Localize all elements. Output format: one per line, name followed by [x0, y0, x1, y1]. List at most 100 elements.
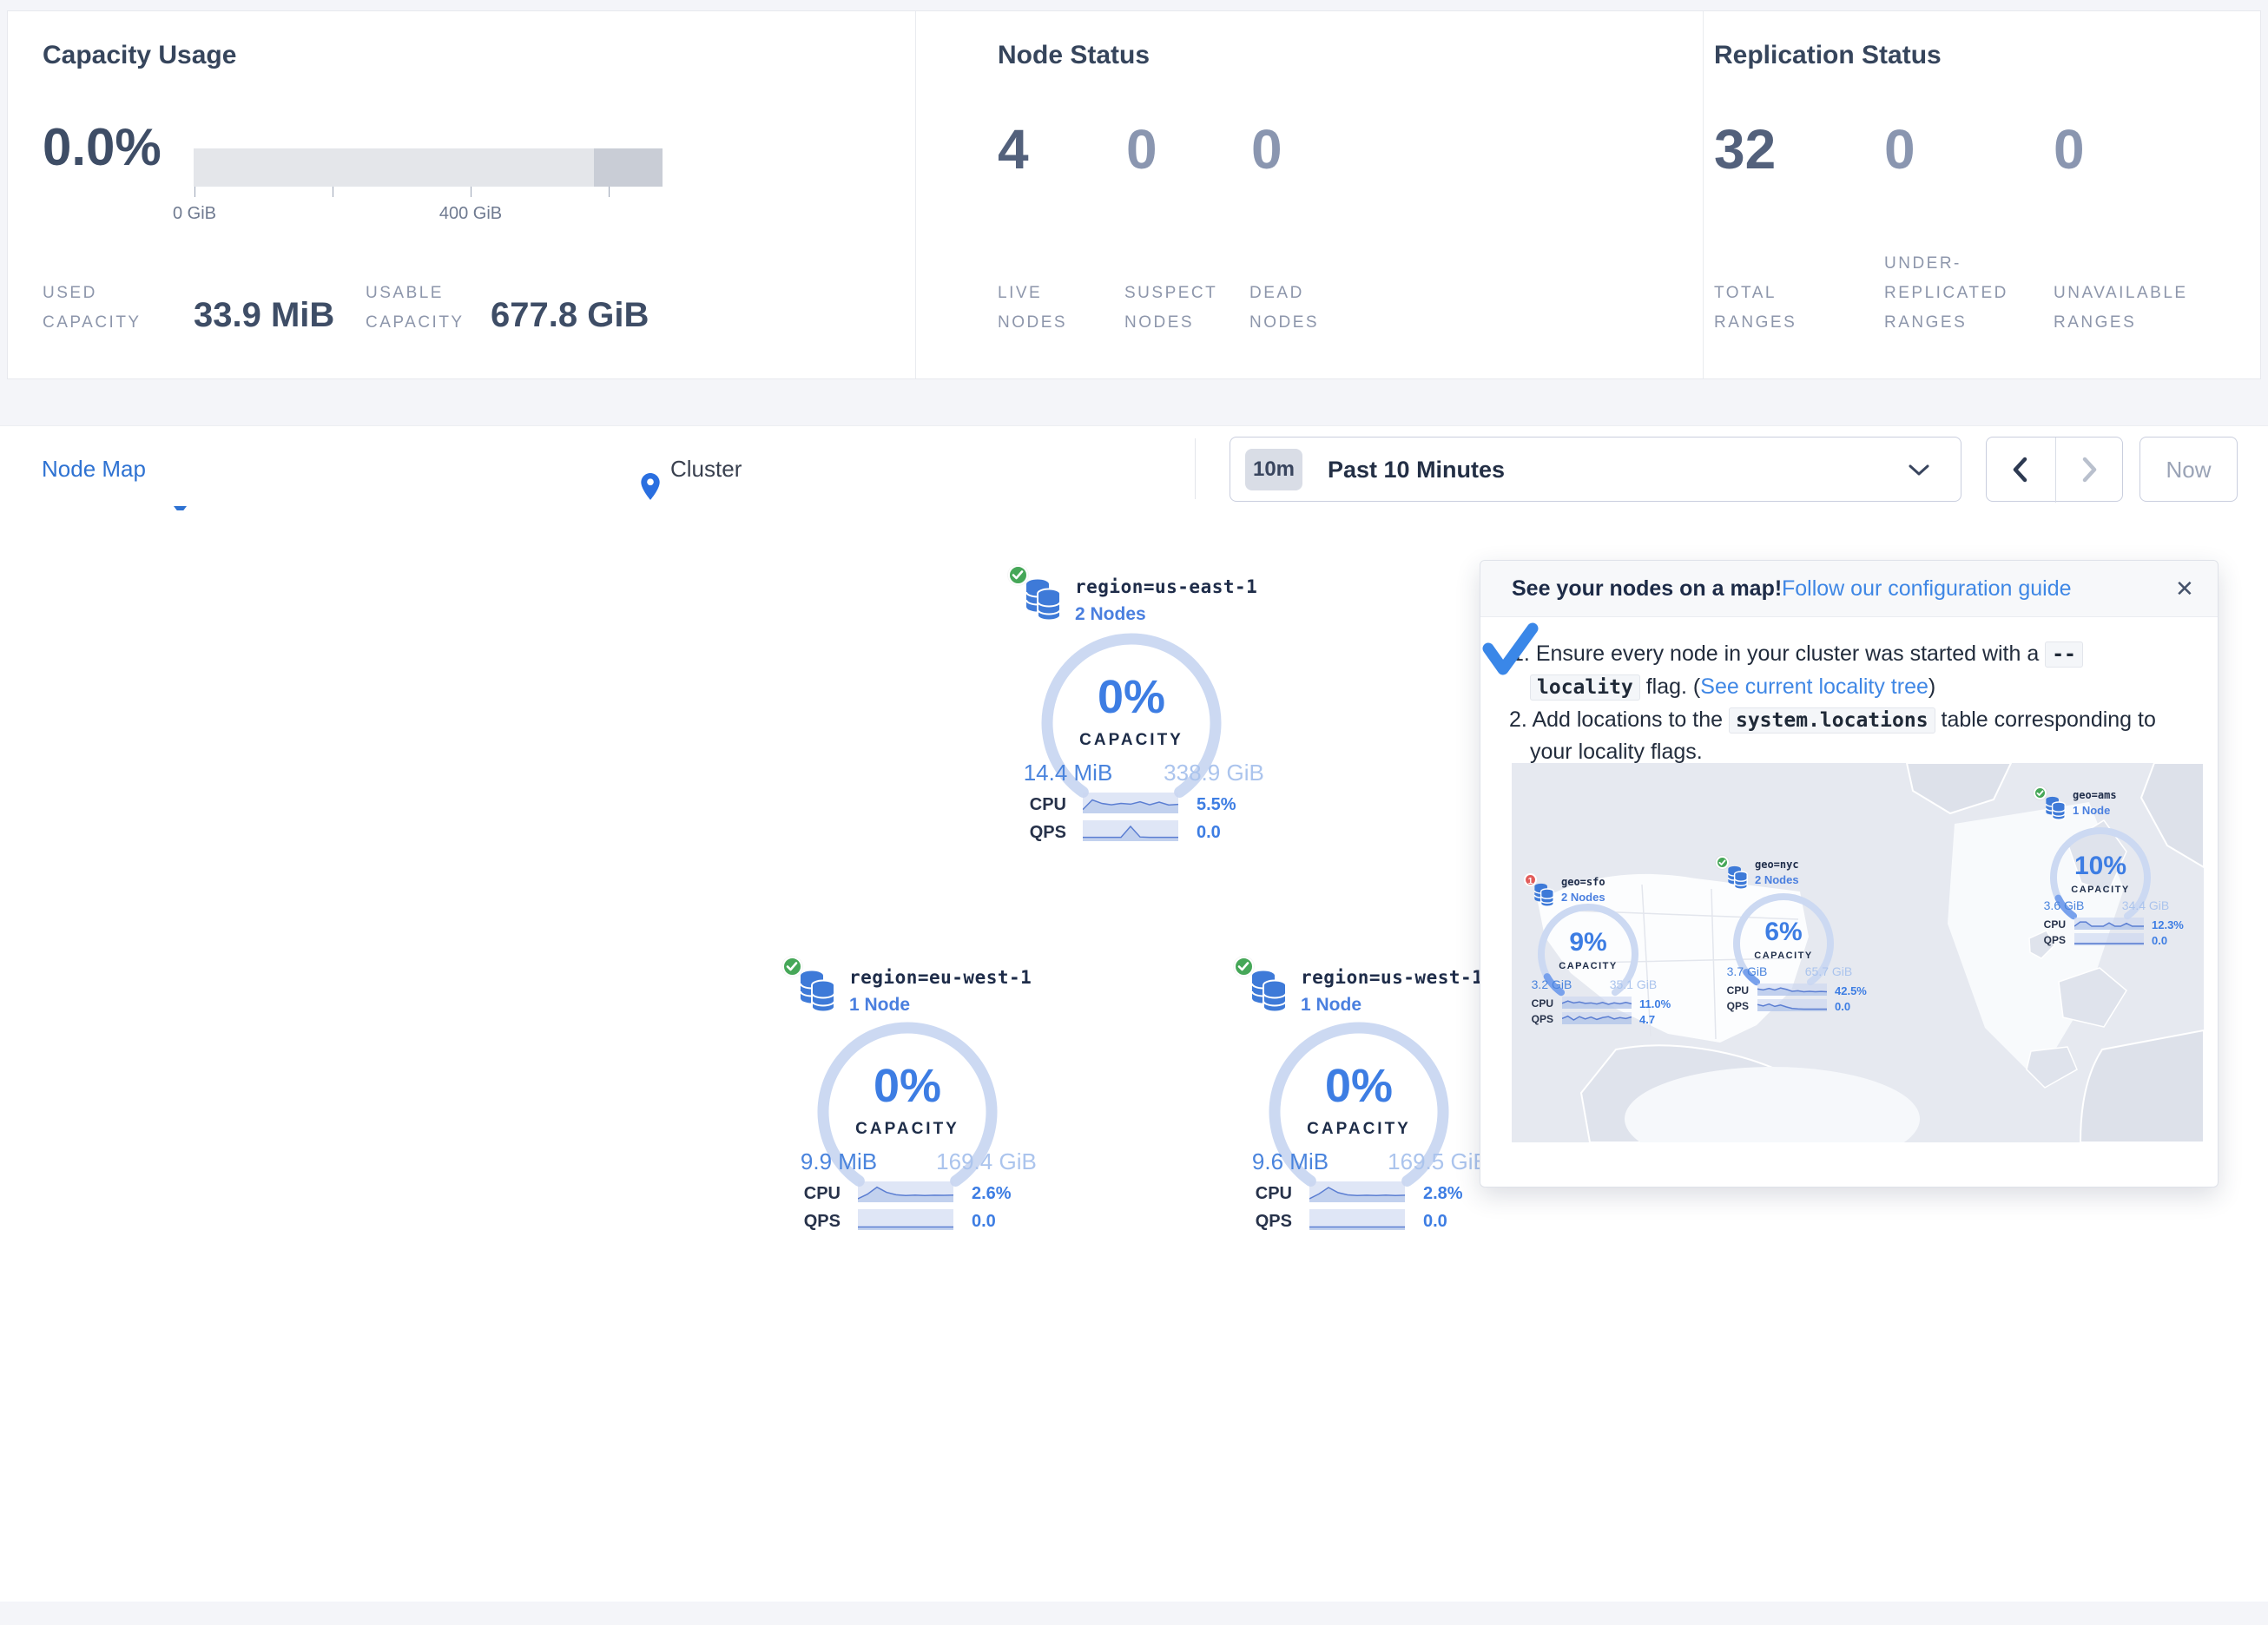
capacity-percent: 0.0% — [43, 117, 162, 177]
qps-value: 0.0 — [1835, 1000, 1850, 1013]
close-icon[interactable]: ✕ — [2175, 561, 2194, 616]
unavailable-ranges-label-2: RANGES — [2054, 313, 2136, 332]
suspect-nodes-label: SUSPECT — [1124, 284, 1217, 303]
step-1-line-1: 1. Ensure every node in your cluster was… — [1512, 639, 2083, 669]
checkmark-icon — [1482, 622, 1539, 681]
step-text: Ensure every node in your cluster was st… — [1536, 641, 2045, 666]
used-value: 3.2 GiB — [1532, 977, 1572, 991]
replication-status-title: Replication Status — [1714, 41, 1942, 70]
configuration-guide-link[interactable]: Follow our configuration guide — [1782, 561, 2072, 616]
cpu-row-label: CPU — [1527, 997, 1553, 1010]
time-forward-button[interactable] — [2055, 438, 2124, 503]
capacity-caption: CAPACITY — [1307, 1120, 1411, 1139]
cpu-row-label: CPU — [799, 1184, 841, 1204]
node-map-page: Capacity Usage 0.0% 0 GiB 400 GiB USED C… — [0, 0, 2268, 1625]
breadcrumb-label: Cluster — [670, 456, 742, 482]
time-back-button[interactable] — [1987, 438, 2056, 503]
region-label: geo=sfo — [1561, 876, 1605, 888]
capacity-caption: CAPACITY — [1559, 961, 1617, 971]
capacity-usage-title: Capacity Usage — [43, 41, 236, 70]
region-label: geo=nyc — [1755, 859, 1799, 871]
cpu-value: 12.3% — [2152, 918, 2184, 931]
chevron-down-icon — [1909, 464, 1929, 481]
dead-nodes-label-2: NODES — [1249, 313, 1319, 332]
qps-value: 4.7 — [1639, 1013, 1655, 1026]
axis-label-0: 0 GiB — [173, 204, 216, 224]
view-selector[interactable]: Node Map — [42, 426, 146, 511]
total-value: 169.5 GiB — [1388, 1148, 1488, 1175]
capacity-percent-label: 0% — [874, 1059, 941, 1113]
region-node-count: 1 Node — [849, 995, 910, 1016]
step-number: 2. — [1509, 707, 1527, 732]
time-step-buttons — [1986, 437, 2123, 502]
region-label: region=us-west-1 — [1301, 967, 1483, 988]
qps-value: 0.0 — [972, 1212, 996, 1232]
cpu-sparkline — [2074, 918, 2144, 930]
toolbar-divider — [1195, 438, 1196, 499]
time-range-chip: 10m — [1245, 449, 1302, 490]
stats-divider-2 — [1703, 11, 1704, 378]
dead-nodes-value: 0 — [1251, 117, 1282, 181]
suspect-nodes-label-2: NODES — [1124, 313, 1194, 332]
cpu-sparkline — [1757, 984, 1827, 996]
cpu-value: 5.5% — [1197, 795, 1236, 815]
suspect-nodes-value: 0 — [1126, 117, 1157, 181]
capacity-caption: CAPACITY — [2071, 885, 2129, 895]
capacity-caption: CAPACITY — [855, 1120, 959, 1139]
qps-value: 0.0 — [2152, 934, 2167, 947]
step-text: Add locations to the — [1532, 707, 1729, 732]
total-value: 65.7 GiB — [1805, 964, 1852, 978]
total-ranges-label: TOTAL — [1714, 284, 1777, 303]
region-label: region=us-east-1 — [1075, 576, 1257, 597]
used-capacity-label: USED — [43, 284, 97, 303]
now-button[interactable]: Now — [2139, 437, 2238, 502]
step-1-line-2: locality flag. (See current locality tre… — [1530, 672, 1935, 702]
locality-tree-link[interactable]: See current locality tree — [1700, 674, 1928, 699]
usable-capacity-label: USABLE — [366, 284, 444, 303]
mini-world-map: 1 geo=sfo 2 Nodes 9% CAPACITY 3.2 GiB 35… — [1512, 763, 2204, 1142]
cpu-row-label: CPU — [2040, 918, 2066, 931]
total-value: 338.9 GiB — [1164, 760, 1264, 786]
cpu-sparkline — [1562, 997, 1632, 1009]
cpu-row-label: CPU — [1723, 984, 1749, 997]
qps-sparkline — [2074, 933, 2144, 945]
cpu-row-label: CPU — [1250, 1184, 1292, 1204]
region-node-count: 1 Node — [1301, 995, 1361, 1016]
database-icon — [799, 970, 835, 1017]
qps-row-label: QPS — [1025, 823, 1066, 843]
database-icon — [1025, 578, 1061, 626]
time-range-value: Past 10 Minutes — [1328, 438, 1505, 503]
total-value: 35.1 GiB — [1610, 977, 1657, 991]
qps-row-label: QPS — [1250, 1212, 1292, 1232]
unavailable-ranges-value: 0 — [2054, 117, 2085, 181]
time-range-dropdown[interactable]: 10m Past 10 Minutes — [1230, 437, 1961, 502]
step-text: table corresponding to — [1935, 707, 2156, 732]
unavailable-ranges-label: UNAVAILABLE — [2054, 284, 2188, 303]
qps-value: 0.0 — [1423, 1212, 1447, 1232]
region-node-count: 1 Node — [2073, 804, 2110, 817]
database-icon — [2045, 796, 2066, 825]
live-nodes-value: 4 — [998, 117, 1029, 181]
used-value: 14.4 MiB — [1024, 760, 1113, 786]
cpu-row-label: CPU — [1025, 795, 1066, 815]
under-replicated-label: REPLICATED — [1884, 284, 2008, 303]
step-2-line-2: your locality flags. — [1530, 737, 1703, 766]
used-value: 9.9 MiB — [801, 1148, 877, 1175]
capacity-percent-label: 6% — [1764, 918, 1802, 947]
code-chip: system.locations — [1729, 707, 1935, 734]
cpu-value: 11.0% — [1639, 997, 1671, 1010]
used-value: 3.6 GiB — [2044, 898, 2085, 912]
qps-sparkline — [1757, 999, 1827, 1011]
cpu-sparkline — [1083, 793, 1178, 813]
breadcrumb[interactable]: Cluster — [641, 426, 742, 511]
used-value: 3.7 GiB — [1727, 964, 1768, 978]
region-node-count: 2 Nodes — [1755, 873, 1799, 886]
code-chip: -- — [2045, 641, 2083, 668]
map-config-popup: See your nodes on a map! Follow our conf… — [1480, 560, 2219, 1188]
under-replicated-label-2: RANGES — [1884, 313, 1967, 332]
region-label: region=eu-west-1 — [849, 967, 1032, 988]
total-ranges-value: 32 — [1714, 117, 1776, 181]
region-label: geo=ams — [2073, 789, 2117, 801]
step-2-line-1: 2. Add locations to the system.locations… — [1509, 705, 2156, 735]
usable-capacity-value: 677.8 GiB — [491, 296, 649, 335]
